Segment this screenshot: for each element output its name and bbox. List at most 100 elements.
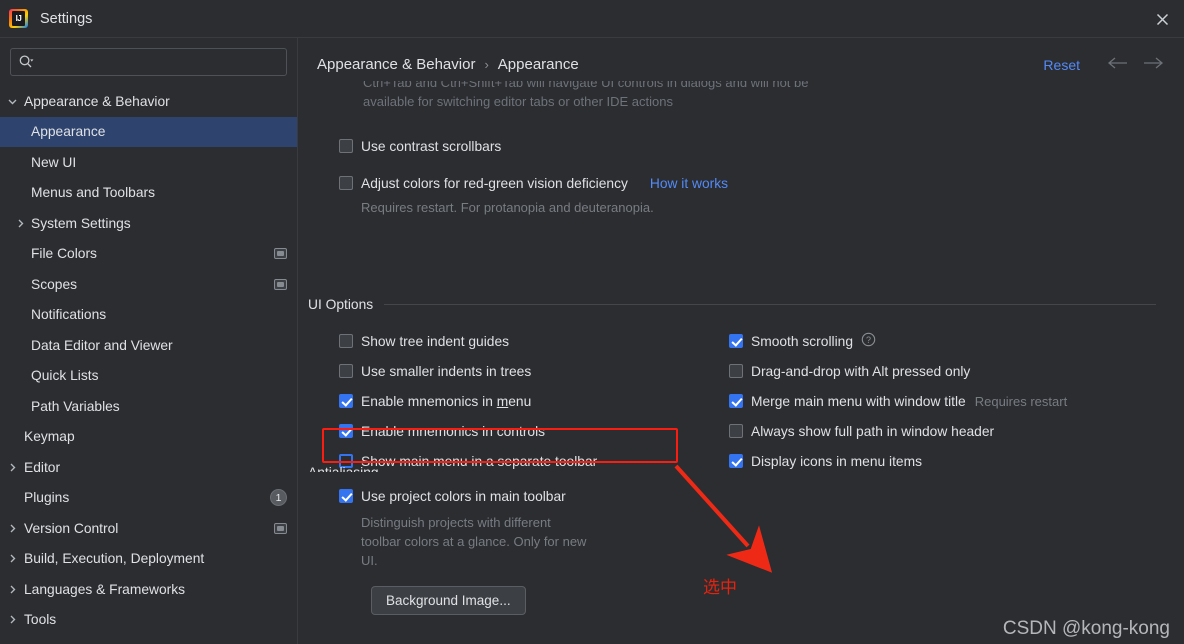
checkbox-use-contrast-scrollbars[interactable] <box>339 139 353 153</box>
checkbox-row-adjust-colors[interactable]: Adjust colors for red-green vision defic… <box>339 168 728 198</box>
checkbox-use-smaller-indents-in-trees[interactable] <box>339 364 353 378</box>
checkbox-label-display-icons-in-menu-items: Display icons in menu items <box>751 453 922 469</box>
sidebar-item-label: File Colors <box>31 246 97 262</box>
checkbox-enable-mnemonics-in-menu[interactable] <box>339 394 353 408</box>
checkbox-row-smooth-scrolling[interactable]: Smooth scrolling? <box>729 326 1067 356</box>
settings-tree: Appearance & Behavior Appearance New UI Men… <box>0 86 297 635</box>
chevron-right-icon[interactable] <box>0 553 24 564</box>
breadcrumb-root[interactable]: Appearance & Behavior <box>317 56 475 73</box>
sidebar-item-editor[interactable]: Editor <box>0 452 297 483</box>
checkbox-row-always-show-full-path-in-window-header[interactable]: Always show full path in window header <box>729 416 1067 446</box>
how-it-works-link[interactable]: How it works <box>650 176 728 191</box>
accessibility-options-group: Use contrast scrollbars Adjust colors fo… <box>339 131 728 217</box>
sidebar-item-label: Path Variables <box>31 398 120 414</box>
checkbox-label-always-show-full-path-in-window-header: Always show full path in window header <box>751 423 995 439</box>
checkbox-row-project-colors[interactable]: Use project colors in main toolbar <box>339 481 591 511</box>
chevron-right-icon[interactable] <box>0 462 24 473</box>
checkbox-label-show-main-menu-in-a-separate-toolbar: Show main menu in a separate toolbar <box>361 453 598 469</box>
sidebar-item-label: Quick Lists <box>31 368 99 384</box>
sidebar-item-appearance-behavior[interactable]: Appearance & Behavior <box>0 86 297 117</box>
checkbox-display-icons-in-menu-items[interactable] <box>729 454 743 468</box>
checkbox-label-enable-mnemonics-in-menu: Enable mnemonics in menu <box>361 393 532 409</box>
sidebar-item-quick-lists[interactable]: Quick Lists <box>0 361 297 392</box>
background-image-button[interactable]: Background Image... <box>371 586 526 615</box>
checkbox-row-show-tree-indent-guides[interactable]: Show tree indent guides <box>339 326 597 356</box>
sidebar-item-version-control[interactable]: Version Control <box>0 513 297 544</box>
checkbox-label-use-project-colors: Use project colors in main toolbar <box>361 488 566 504</box>
checkbox-row-enable-mnemonics-in-controls[interactable]: Enable mnemonics in controls <box>339 416 597 446</box>
checkbox-label-show-tree-indent-guides: Show tree indent guides <box>361 333 510 349</box>
sidebar-item-menus-and-toolbars[interactable]: Menus and Toolbars <box>0 178 297 209</box>
checkbox-label-merge-main-menu-with-window-title: Merge main menu with window title <box>751 393 966 409</box>
checkbox-always-show-full-path-in-window-header[interactable] <box>729 424 743 438</box>
checkbox-merge-main-menu-with-window-title[interactable] <box>729 394 743 408</box>
sidebar-item-label: Plugins <box>24 490 70 506</box>
sidebar-item-notifications[interactable]: Notifications <box>0 300 297 331</box>
window-title-bar: IJ Settings <box>0 0 1184 38</box>
sidebar-item-system-settings[interactable]: System Settings <box>0 208 297 239</box>
sidebar-item-languages-frameworks[interactable]: Languages & Frameworks <box>0 574 297 605</box>
sidebar-item-path-variables[interactable]: Path Variables <box>0 391 297 422</box>
search-input[interactable] <box>38 54 279 70</box>
project-colors-description: Distinguish projects with different tool… <box>361 515 587 568</box>
checkbox-show-tree-indent-guides[interactable] <box>339 334 353 348</box>
chevron-right-icon[interactable] <box>9 218 31 229</box>
checkbox-label-adjust-colors: Adjust colors for red-green vision defic… <box>361 175 628 191</box>
sidebar-item-file-colors[interactable]: File Colors <box>0 239 297 270</box>
svg-text:?: ? <box>866 335 871 345</box>
tab-navigation-note-line2: available for switching editor tabs or o… <box>363 94 673 109</box>
settings-content: Appearance & Behavior › Appearance Reset… <box>299 38 1184 644</box>
sidebar-item-new-ui[interactable]: New UI <box>0 147 297 178</box>
ui-options-left-column: Show tree indent guides Use smaller inden… <box>339 326 597 476</box>
checkbox-row-display-icons-in-menu-items[interactable]: Display icons in menu items <box>729 446 1067 476</box>
chevron-down-icon[interactable] <box>0 96 24 107</box>
checkbox-row-contrast-scrollbars[interactable]: Use contrast scrollbars <box>339 131 728 161</box>
project-scope-icon <box>274 522 287 534</box>
checkbox-label-enable-mnemonics-in-controls: Enable mnemonics in controls <box>361 423 546 439</box>
project-scope-icon <box>274 278 287 290</box>
search-box[interactable] <box>10 48 287 76</box>
checkbox-drag-and-drop-with-alt-pressed-only[interactable] <box>729 364 743 378</box>
checkbox-label-drag-and-drop-with-alt-pressed-only: Drag-and-drop with Alt pressed only <box>751 363 971 379</box>
ui-options-title: UI Options <box>308 297 374 312</box>
sidebar-item-label: Data Editor and Viewer <box>31 337 173 353</box>
project-scope-icon <box>274 248 287 260</box>
sidebar-item-scopes[interactable]: Scopes <box>0 269 297 300</box>
checkbox-adjust-colors-deficiency[interactable] <box>339 176 353 190</box>
sidebar-item-label: Menus and Toolbars <box>31 185 155 201</box>
breadcrumb: Appearance & Behavior › Appearance <box>317 56 579 73</box>
help-icon[interactable]: ? <box>861 332 876 350</box>
intellij-idea-logo-icon: IJ <box>9 9 28 28</box>
annotation-callout-text: 选中 <box>703 578 737 598</box>
arrow-left-icon[interactable] <box>1106 56 1128 73</box>
checkbox-row-merge-main-menu-with-window-title[interactable]: Merge main menu with window title Require… <box>729 386 1067 416</box>
window-title: Settings <box>40 10 93 27</box>
close-icon[interactable] <box>1140 0 1184 38</box>
checkbox-label-use-contrast-scrollbars: Use contrast scrollbars <box>361 138 502 154</box>
chevron-right-icon[interactable] <box>0 614 24 625</box>
reset-button[interactable]: Reset <box>1043 57 1080 73</box>
sidebar-item-keymap[interactable]: Keymap <box>0 422 297 453</box>
tab-navigation-note-line1: Ctrl+Tab and Ctrl+Shift+Tab will navigat… <box>363 81 809 90</box>
checkbox-row-enable-mnemonics-in-menu[interactable]: Enable mnemonics in menu <box>339 386 597 416</box>
sidebar-item-label: Appearance <box>31 124 106 140</box>
sidebar-item-plugins[interactable]: Plugins 1 <box>0 483 297 514</box>
tab-navigation-note: Ctrl+Tab and Ctrl+Shift+Tab will navigat… <box>363 81 1003 111</box>
checkbox-row-drag-and-drop-with-alt-pressed-only[interactable]: Drag-and-drop with Alt pressed only <box>729 356 1067 386</box>
chevron-right-icon[interactable] <box>0 523 24 534</box>
sidebar-item-label: Tools <box>24 612 57 628</box>
sidebar-item-label: Version Control <box>24 520 119 536</box>
checkbox-enable-mnemonics-in-controls[interactable] <box>339 424 353 438</box>
checkbox-row-use-smaller-indents-in-trees[interactable]: Use smaller indents in trees <box>339 356 597 386</box>
breadcrumb-leaf: Appearance <box>497 56 579 73</box>
sidebar-item-build-execution-deployment[interactable]: Build, Execution, Deployment <box>0 544 297 575</box>
sidebar-item-data-editor-and-viewer[interactable]: Data Editor and Viewer <box>0 330 297 361</box>
checkbox-use-project-colors[interactable] <box>339 489 353 503</box>
sidebar-item-appearance[interactable]: Appearance <box>0 116 297 147</box>
checkbox-smooth-scrolling[interactable] <box>729 334 743 348</box>
search-container <box>0 38 297 76</box>
sidebar-item-tools[interactable]: Tools <box>0 605 297 636</box>
arrow-right-icon[interactable] <box>1143 56 1165 73</box>
navigation-arrows <box>1106 56 1165 73</box>
chevron-right-icon[interactable] <box>0 584 24 595</box>
